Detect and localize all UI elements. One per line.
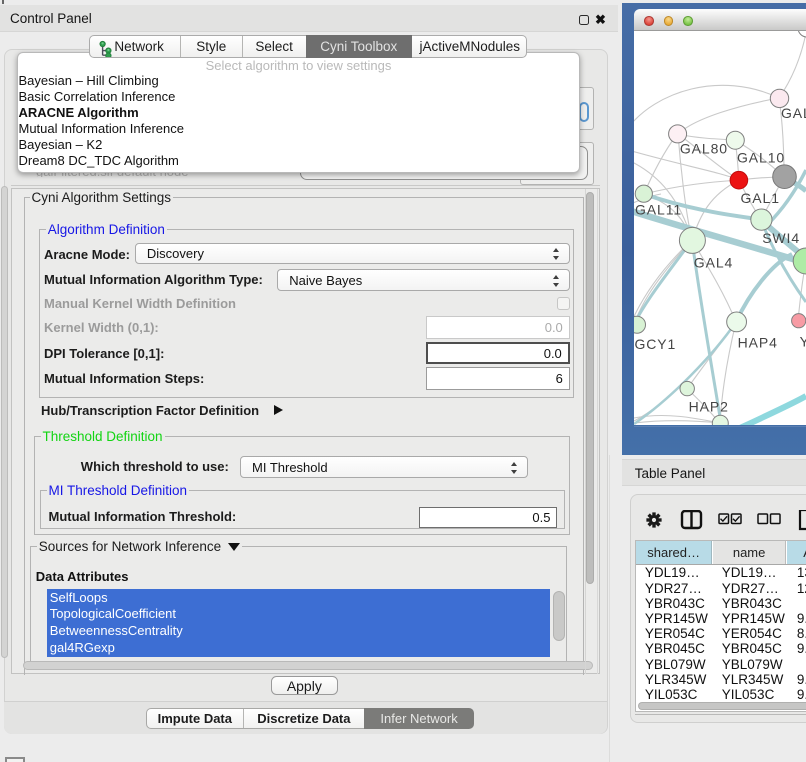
svg-text:GAL80: GAL80 <box>680 141 728 157</box>
svg-text:GAL1: GAL1 <box>741 190 780 206</box>
svg-text:SWI4: SWI4 <box>762 230 800 246</box>
svg-text:HAP4: HAP4 <box>738 334 778 350</box>
svg-text:GAL: GAL <box>781 105 806 121</box>
svg-text:GAL11: GAL11 <box>635 202 682 218</box>
svg-text:Y: Y <box>800 334 806 350</box>
svg-text:GCY1: GCY1 <box>635 336 677 352</box>
svg-text:GAL4: GAL4 <box>694 254 733 270</box>
svg-text:GAL10: GAL10 <box>737 150 785 166</box>
svg-text:HAP2: HAP2 <box>689 399 729 415</box>
